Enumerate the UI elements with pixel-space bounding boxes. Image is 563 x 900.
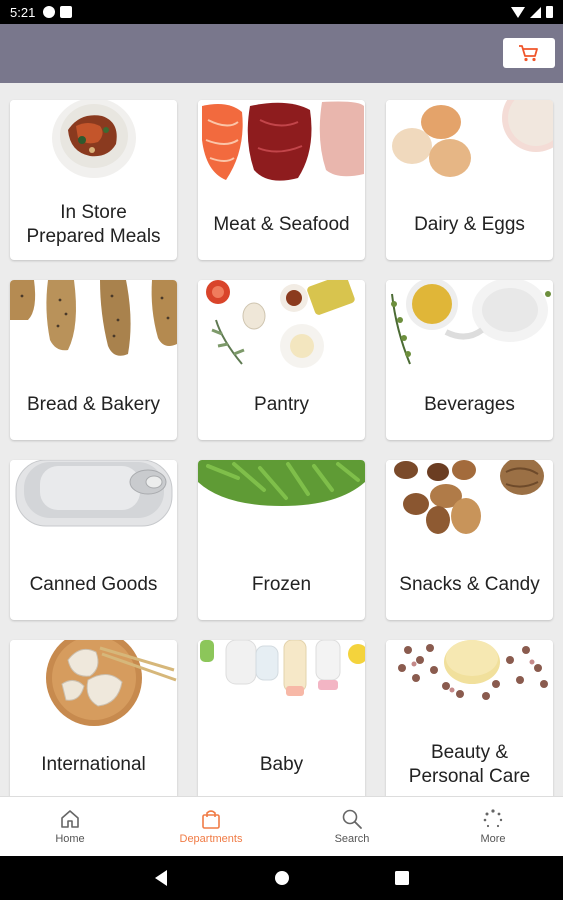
cart-button[interactable]	[503, 38, 555, 68]
department-tile-canned-goods[interactable]: Canned Goods	[10, 460, 177, 620]
notification-icon	[43, 6, 56, 18]
bread-bakery-image	[10, 280, 177, 375]
beverages-image	[386, 280, 553, 375]
back-icon[interactable]	[152, 868, 170, 888]
department-label: Pantry	[254, 393, 309, 415]
department-tile-prepared-meals[interactable]: In Store Prepared Meals	[10, 100, 177, 260]
signal-icon	[530, 6, 541, 18]
department-tile-frozen[interactable]: Frozen	[198, 460, 365, 620]
international-image	[10, 640, 177, 735]
department-tile-pantry[interactable]: Pantry	[198, 280, 365, 440]
bottom-navigation: Home Departments Search More	[0, 796, 563, 856]
recents-icon[interactable]	[393, 868, 411, 888]
department-tile-beverages[interactable]: Beverages	[386, 280, 553, 440]
frozen-image	[198, 460, 365, 555]
snacks-candy-image	[386, 460, 553, 555]
status-time: 5:21	[10, 4, 36, 20]
nav-departments-label: Departments	[179, 833, 243, 845]
department-label: In Store Prepared Meals	[26, 201, 161, 247]
prepared-meals-image	[10, 100, 177, 195]
department-label: Canned Goods	[29, 573, 158, 595]
department-tile-beauty-personal-care[interactable]: Beauty & Personal Care	[386, 640, 553, 796]
department-tile-dairy-eggs[interactable]: Dairy & Eggs	[386, 100, 553, 260]
app-notification-icon	[60, 6, 73, 18]
nav-more[interactable]: More	[443, 797, 543, 856]
more-dots-icon	[483, 809, 503, 828]
pantry-image	[198, 280, 365, 375]
nav-home[interactable]: Home	[20, 797, 120, 856]
department-label: Meat & Seafood	[213, 213, 350, 235]
department-tile-baby[interactable]: Baby	[198, 640, 365, 796]
department-label: International	[41, 753, 146, 775]
department-tile-snacks-candy[interactable]: Snacks & Candy	[386, 460, 553, 620]
department-label: Frozen	[251, 573, 312, 595]
search-icon	[342, 809, 362, 829]
nav-search[interactable]: Search	[302, 797, 402, 856]
shopping-bag-icon	[202, 810, 220, 829]
department-label: Beverages	[424, 393, 515, 415]
nav-home-label: Home	[55, 833, 85, 845]
department-tile-international[interactable]: International	[10, 640, 177, 796]
system-navigation-bar	[0, 856, 563, 900]
nav-search-label: Search	[334, 833, 370, 845]
cart-icon	[519, 45, 538, 62]
department-label: Snacks & Candy	[399, 573, 540, 595]
departments-grid: In Store Prepared Meals Meat & Seafood D…	[0, 83, 563, 796]
battery-icon	[546, 6, 553, 18]
canned-goods-image	[10, 460, 177, 555]
department-label: Dairy & Eggs	[414, 213, 525, 235]
status-bar: 5:21	[0, 0, 563, 24]
nav-more-label: More	[480, 833, 506, 845]
nav-departments[interactable]: Departments	[161, 797, 261, 856]
department-label: Bread & Bakery	[26, 393, 161, 415]
department-tile-bread-bakery[interactable]: Bread & Bakery	[10, 280, 177, 440]
meat-seafood-image	[198, 100, 365, 195]
beauty-personal-care-image	[386, 640, 553, 735]
baby-image	[198, 640, 365, 735]
dairy-eggs-image	[386, 100, 553, 195]
home-icon	[61, 810, 79, 828]
wifi-icon	[511, 6, 525, 18]
app-bar	[0, 24, 563, 83]
home-circle-icon[interactable]	[273, 868, 291, 888]
department-label: Baby	[259, 753, 304, 775]
department-label: Beauty & Personal Care	[408, 741, 531, 787]
department-tile-meat-seafood[interactable]: Meat & Seafood	[198, 100, 365, 260]
